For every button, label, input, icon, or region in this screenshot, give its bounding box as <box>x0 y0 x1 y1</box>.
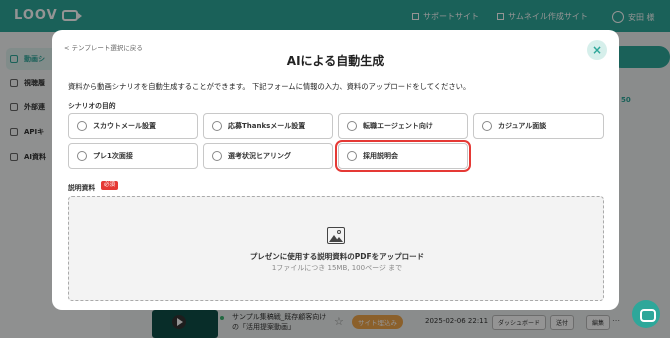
close-button[interactable]: × <box>587 40 607 60</box>
option-status-hearing[interactable]: 選考状況ヒアリング <box>203 143 333 169</box>
radio-icon[interactable] <box>77 151 87 161</box>
radio-icon[interactable] <box>482 121 492 131</box>
radio-icon[interactable] <box>347 151 357 161</box>
radio-icon[interactable] <box>212 121 222 131</box>
material-label: 説明資料 <box>68 184 96 192</box>
modal-description: 資料から動画シナリオを自動生成することができます。 下記フォームに情報の入力、資… <box>68 82 471 91</box>
close-icon: × <box>591 43 603 57</box>
radio-icon[interactable] <box>77 121 87 131</box>
scenario-purpose-label: シナリオの目的 <box>68 102 116 110</box>
chat-icon[interactable] <box>632 300 660 328</box>
modal-title: AIによる自動生成 <box>286 54 385 68</box>
back-to-template-link[interactable]: < テンプレート選択に戻る <box>64 42 143 52</box>
pdf-upload-dropzone[interactable]: プレゼンに使用する説明資料のPDFをアップロード 1ファイルにつき 15MB, … <box>68 196 604 301</box>
option-pre-interview[interactable]: プレ1次面接 <box>68 143 198 169</box>
option-scout-mail[interactable]: スカウトメール設置 <box>68 113 198 139</box>
option-thanks-mail[interactable]: 応募Thanksメール設置 <box>203 113 333 139</box>
option-agent[interactable]: 転職エージェント向け <box>338 113 468 139</box>
upload-limit: 1ファイルにつき 15MB, 100ページ まで <box>271 264 403 272</box>
upload-instruction: プレゼンに使用する説明資料のPDFをアップロード <box>249 252 425 261</box>
image-icon <box>327 227 345 244</box>
radio-icon[interactable] <box>212 151 222 161</box>
radio-icon[interactable] <box>347 121 357 131</box>
option-recruit-briefing[interactable]: 採用説明会 <box>335 140 471 172</box>
ai-generate-modal: < テンプレート選択に戻る AIによる自動生成 × 資料から動画シナリオを自動生… <box>52 30 619 310</box>
required-badge: 必須 <box>101 181 119 190</box>
option-casual-interview[interactable]: カジュアル面談 <box>473 113 604 139</box>
